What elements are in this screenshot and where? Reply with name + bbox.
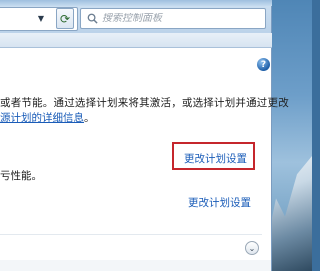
chevron-down-icon: ⌄ xyxy=(248,243,256,253)
section-divider xyxy=(0,234,262,235)
description-punctuation: 。 xyxy=(84,112,95,124)
bottom-section xyxy=(0,260,271,271)
search-box[interactable] xyxy=(80,8,266,29)
description-text-line2: 源计划的详细信息。 xyxy=(0,110,95,125)
change-plan-settings-link-2[interactable]: 更改计划设置 xyxy=(188,195,251,210)
search-icon xyxy=(87,13,98,24)
plan-description-text: 亏性能。 xyxy=(0,170,42,182)
title-bar xyxy=(0,0,272,6)
refresh-button[interactable]: ⟳ xyxy=(56,8,74,29)
expand-button[interactable]: ⌄ xyxy=(245,241,259,255)
help-icon[interactable]: ? xyxy=(257,58,270,71)
power-options-content: ? 或者节能。通过选择计划来将其激活，或选择计划并通过更改 源计划的详细信息。 … xyxy=(0,48,289,271)
search-input[interactable] xyxy=(102,13,252,24)
change-plan-settings-link-1[interactable]: 更改计划设置 xyxy=(184,151,247,166)
address-dropdown-icon[interactable]: ▼ xyxy=(35,7,47,29)
toolbar xyxy=(0,33,272,48)
description-text: 或者节能。通过选择计划来将其激活，或选择计划并通过更改 xyxy=(0,97,289,109)
plan-details-link[interactable]: 源计划的详细信息 xyxy=(0,112,84,124)
control-panel-window: ▼ ⟳ ? 或者节能。通过选择计划来将其激活，或选择计划并通过更改 源计划的详细… xyxy=(0,0,289,271)
refresh-icon: ⟳ xyxy=(59,11,71,26)
